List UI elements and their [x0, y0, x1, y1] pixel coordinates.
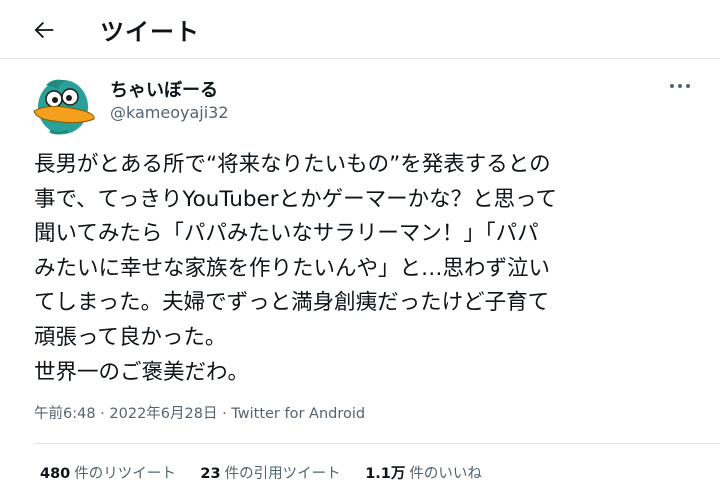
tweet-date[interactable]: 2022年6月28日 — [109, 406, 217, 422]
author-display-name[interactable]: ちゃいぼーる — [110, 76, 218, 102]
retweets-stat[interactable]: 480 件のリツイート — [40, 462, 176, 483]
likes-count: 1.1万 — [365, 466, 406, 482]
tweet-client: Twitter for Android — [231, 406, 366, 422]
retweets-count: 480 — [40, 466, 71, 482]
tweet-timestamp: 午前6:48 · 2022年6月28日 · Twitter for Androi… — [34, 402, 365, 423]
header-divider — [0, 58, 720, 59]
stats-divider-top — [34, 443, 720, 444]
ellipsis-icon[interactable] — [670, 81, 696, 93]
engagement-stats: 480 件のリツイート 23 件の引用ツイート 1.1万 件のいいね — [40, 462, 502, 483]
author-handle[interactable]: @kameoyaji32 — [110, 103, 229, 122]
tweet-text: 長男がとある所で“将来なりたいもの”を発表するとの 事で、てっきりYouTube… — [34, 152, 558, 385]
separator: · — [100, 406, 105, 422]
tweet-time[interactable]: 午前6:48 — [34, 406, 96, 422]
separator: · — [222, 406, 227, 422]
quotes-stat[interactable]: 23 件の引用ツイート — [200, 462, 340, 483]
page-title: ツイート — [100, 18, 200, 46]
quotes-label: 件の引用ツイート — [224, 466, 341, 482]
likes-stat[interactable]: 1.1万 件のいいね — [365, 462, 482, 483]
platypus-avatar[interactable] — [30, 73, 98, 141]
quotes-count: 23 — [200, 466, 221, 482]
retweets-label: 件のリツイート — [74, 466, 176, 482]
app-header: ツイート — [0, 0, 720, 58]
likes-label: 件のいいね — [409, 466, 482, 482]
arrow-left-icon[interactable] — [30, 16, 58, 44]
